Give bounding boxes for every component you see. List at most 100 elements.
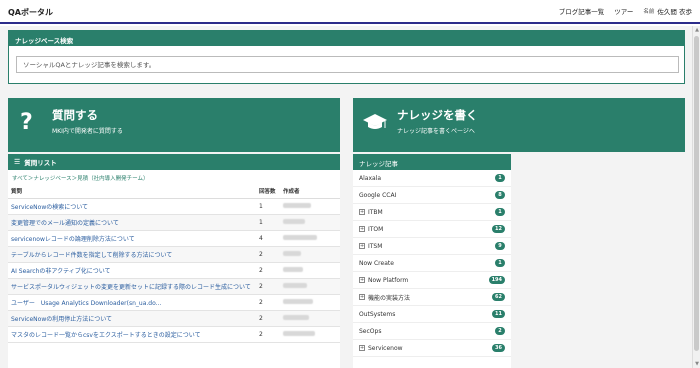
author-name[interactable] <box>280 326 340 343</box>
vertical-scrollbar[interactable]: ▲ ▼ <box>692 26 700 368</box>
question-title[interactable]: ServiceNowの検索について <box>8 198 256 215</box>
table-row[interactable]: ユーザー Usage Analytics Downloader(sn_ua.do… <box>8 294 340 311</box>
author-name[interactable] <box>280 310 340 327</box>
category-name: ITSM <box>368 242 383 250</box>
article-count-badge: 62 <box>492 293 505 301</box>
graduation-cap-icon <box>363 114 387 129</box>
app-title[interactable]: QAポータル <box>8 7 53 18</box>
answer-count: 2 <box>256 326 280 343</box>
answer-count: 2 <box>256 310 280 327</box>
search-input[interactable] <box>16 56 679 73</box>
knowledge-category-item[interactable]: Alaxala 1 <box>353 170 511 187</box>
knowledge-category-item[interactable]: + ITOM 12 <box>353 221 511 238</box>
expand-plus-icon[interactable]: + <box>359 277 365 283</box>
author-name[interactable] <box>280 262 340 279</box>
expand-plus-icon[interactable]: + <box>359 345 365 351</box>
redacted-author <box>283 283 307 288</box>
author-name[interactable] <box>280 214 340 231</box>
breadcrumb[interactable]: すべて＞ナレッジベース＞見積（社内導入開発チーム） <box>8 170 340 184</box>
table-row[interactable]: サービスポータルウィジェットの変更を更新セットに記録する際のレコード生成について… <box>8 278 340 295</box>
knowledge-category-item[interactable]: Google CCAI 8 <box>353 187 511 204</box>
author-name[interactable] <box>280 198 340 215</box>
question-list-heading: 質問リスト <box>24 159 57 167</box>
scroll-thumb[interactable] <box>694 36 699 351</box>
article-count-badge: 8 <box>495 191 505 199</box>
write-knowledge-button[interactable]: ナレッジを書く ナレッジ記事を書くページへ <box>353 98 685 152</box>
expand-plus-icon[interactable]: + <box>359 226 365 232</box>
question-list-panel: ☰ 質問リスト すべて＞ナレッジベース＞見積（社内導入開発チーム） 質問 回答数… <box>8 154 340 368</box>
redacted-author <box>283 331 315 336</box>
knowledge-category-item[interactable]: + ITSM 9 <box>353 238 511 255</box>
redacted-author <box>283 219 305 224</box>
table-row[interactable]: テーブルからレコード件数を指定して削除する方法について 2 <box>8 246 340 263</box>
answer-count: 4 <box>256 230 280 247</box>
knowledge-category-item[interactable]: OutSystems 11 <box>353 306 511 323</box>
article-count-badge: 11 <box>492 310 505 318</box>
knowledge-category-item[interactable]: Now Create 1 <box>353 255 511 272</box>
knowledge-category-item[interactable]: + Servicenow 36 <box>353 340 511 357</box>
top-nav: ブログ記事一覧 ツアー 名前 佐久間 衣歩 <box>559 6 692 16</box>
answer-count: 1 <box>256 198 280 215</box>
answer-count: 2 <box>256 294 280 311</box>
scroll-up-icon[interactable]: ▲ <box>694 27 700 33</box>
author-name[interactable] <box>280 246 340 263</box>
table-row[interactable]: マスタのレコード一覧からcsvをエクスポートするときの設定について 2 <box>8 326 340 343</box>
expand-plus-icon[interactable]: + <box>359 209 365 215</box>
question-table: 質問 回答数 作成者 ServiceNowの検索について 1 変更管理でのメール通知… <box>8 184 340 343</box>
question-list-header: ☰ 質問リスト <box>8 154 340 170</box>
question-title[interactable]: サービスポータルウィジェットの変更を更新セットに記録する際のレコード生成について <box>8 278 256 295</box>
ask-title: 質問する <box>52 108 98 122</box>
nav-tour[interactable]: ツアー <box>614 6 633 16</box>
article-count-badge: 36 <box>492 344 505 352</box>
knowledge-category-item[interactable]: + ITBM 1 <box>353 204 511 221</box>
question-title[interactable]: テーブルからレコード件数を指定して削除する方法について <box>8 246 256 263</box>
author-name[interactable] <box>280 278 340 295</box>
article-count-badge: 9 <box>495 242 505 250</box>
question-title[interactable]: 変更管理でのメール通知の定義について <box>8 214 256 231</box>
table-row[interactable]: servicenowレコードの論理削除方法について 4 <box>8 230 340 247</box>
redacted-author <box>283 299 313 304</box>
nav-blog-list[interactable]: ブログ記事一覧 <box>559 6 605 16</box>
category-name: Now Platform <box>368 276 409 284</box>
question-title[interactable]: servicenowレコードの論理削除方法について <box>8 230 256 247</box>
table-row[interactable]: ServiceNowの検索について 1 <box>8 198 340 215</box>
knowledge-articles-heading: ナレッジ記事 <box>353 154 511 170</box>
question-title[interactable]: マスタのレコード一覧からcsvをエクスポートするときの設定について <box>8 326 256 343</box>
knowledge-category-item[interactable]: SecOps 2 <box>353 323 511 340</box>
category-name: ITOM <box>368 225 384 233</box>
table-row[interactable]: AI Searchの非アクティブ化について 2 <box>8 262 340 279</box>
search-heading: ナレッジベース検索 <box>9 31 684 46</box>
article-count-badge: 1 <box>495 259 505 267</box>
column-answers[interactable]: 回答数 <box>256 184 280 199</box>
question-title[interactable]: ServiceNowの利用停止方法について <box>8 310 256 327</box>
article-count-badge: 12 <box>492 225 505 233</box>
main-content: ナレッジベース検索 ? 質問する MKI内で開発者に質問する ナレッジを書く ナ… <box>0 26 692 368</box>
redacted-author <box>283 315 309 320</box>
category-name: Google CCAI <box>359 191 397 199</box>
category-name: OutSystems <box>359 310 396 318</box>
scroll-down-icon[interactable]: ▼ <box>694 361 700 367</box>
category-name-wrap: OutSystems <box>359 311 395 318</box>
column-question[interactable]: 質問 <box>8 184 256 199</box>
question-title[interactable]: AI Searchの非アクティブ化について <box>8 262 256 279</box>
table-row[interactable]: ServiceNowの利用停止方法について 2 <box>8 310 340 327</box>
list-icon: ☰ <box>14 158 21 166</box>
knowledge-title: ナレッジを書く <box>397 108 478 122</box>
question-title[interactable]: ユーザー Usage Analytics Downloader(sn_ua.do… <box>8 294 256 311</box>
expand-plus-icon[interactable]: + <box>359 294 365 300</box>
category-name: Servicenow <box>368 344 403 352</box>
answer-count: 2 <box>256 246 280 263</box>
knowledge-category-item[interactable]: + 機能の実装方法 62 <box>353 289 511 306</box>
article-count-badge: 1 <box>495 208 505 216</box>
author-name[interactable] <box>280 230 340 247</box>
table-row[interactable]: 変更管理でのメール通知の定義について 1 <box>8 214 340 231</box>
knowledge-subtitle: ナレッジ記事を書くページへ <box>397 128 475 135</box>
column-author[interactable]: 作成者 <box>280 184 340 199</box>
redacted-author <box>283 235 317 240</box>
knowledge-category-item[interactable]: + Now Platform 194 <box>353 272 511 289</box>
user-name[interactable]: 佐久間 衣歩 <box>657 6 692 16</box>
expand-plus-icon[interactable]: + <box>359 243 365 249</box>
author-name[interactable] <box>280 294 340 311</box>
category-name: SecOps <box>359 327 382 335</box>
ask-question-button[interactable]: ? 質問する MKI内で開発者に質問する <box>8 98 340 152</box>
